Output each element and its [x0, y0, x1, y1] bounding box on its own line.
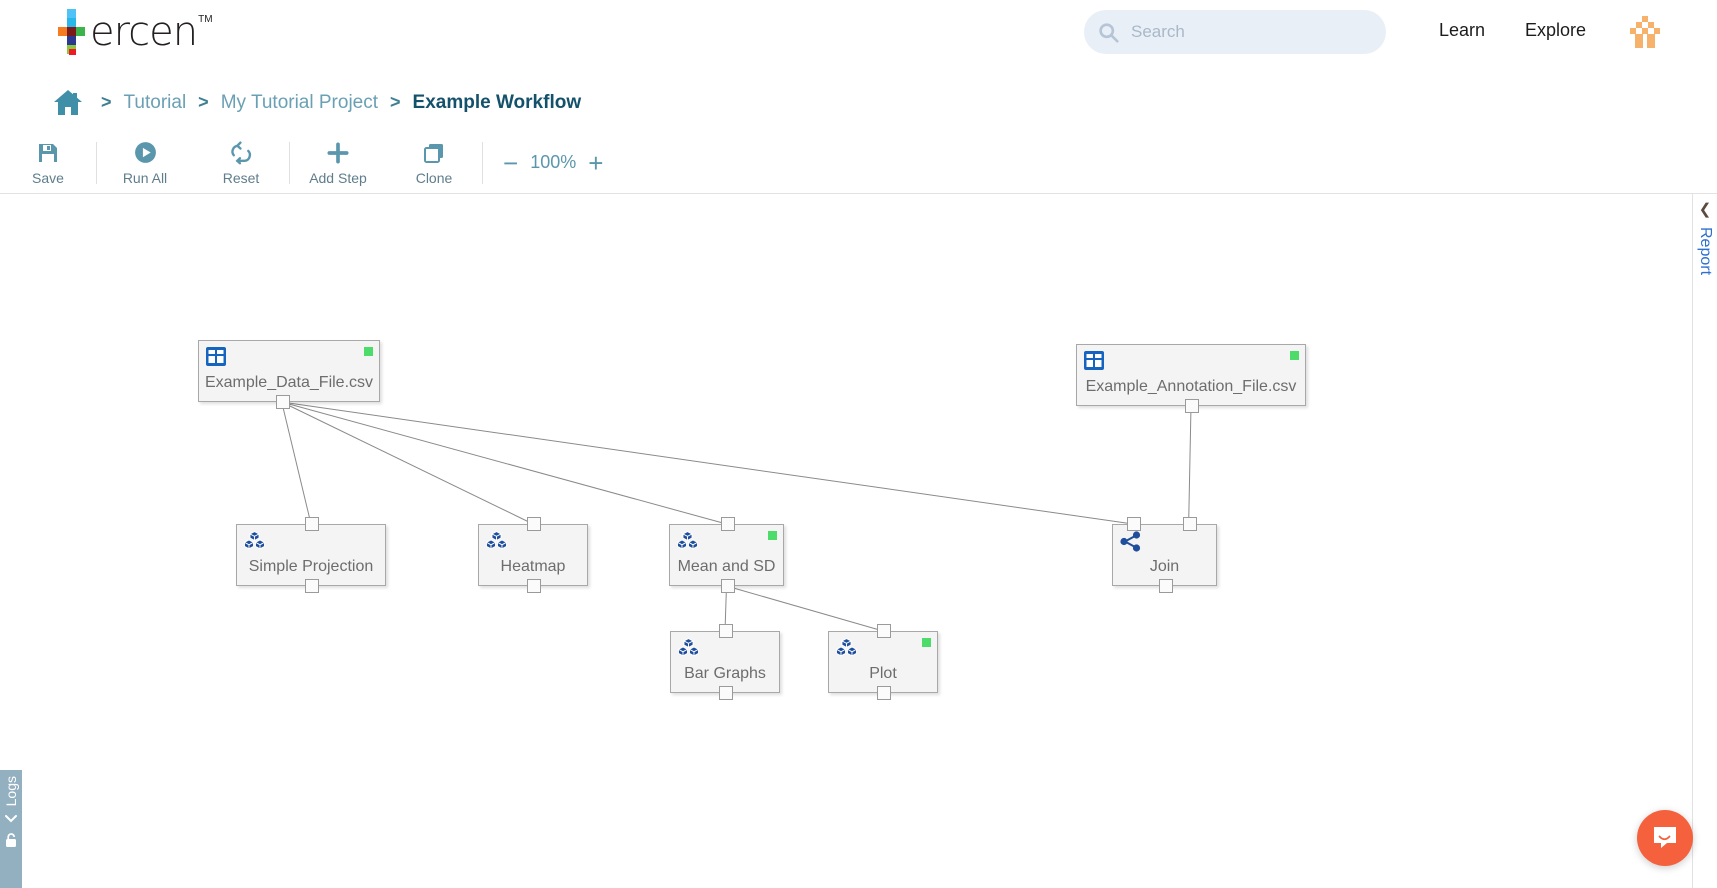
breadcrumb-item-my-tutorial-project[interactable]: My Tutorial Project [221, 92, 378, 114]
plus-icon [325, 140, 351, 166]
search-box[interactable] [1084, 10, 1386, 54]
share-icon [1120, 531, 1141, 557]
node-output-port[interactable] [275, 395, 290, 409]
search-icon [1098, 22, 1119, 43]
node-label: Example_Annotation_File.csv [1085, 378, 1297, 395]
save-label: Save [32, 169, 64, 186]
node-label: Bar Graphs [684, 665, 766, 682]
node-input-port[interactable] [1182, 517, 1197, 531]
unlock-icon[interactable] [5, 833, 18, 853]
clone-label: Clone [415, 169, 453, 186]
workflow-edge[interactable] [281, 401, 1134, 525]
workflow-edge[interactable] [281, 401, 727, 525]
save-icon [36, 140, 60, 166]
workflow-node-join[interactable]: Join [1112, 517, 1217, 593]
breadcrumb-item-tutorial[interactable]: Tutorial [124, 92, 187, 114]
zoom-out-button[interactable]: − [503, 150, 518, 176]
table-icon [206, 347, 226, 371]
run-all-button[interactable]: Run All [97, 132, 193, 194]
workflow-edge[interactable] [1188, 405, 1192, 525]
logs-tab-label: Logs [3, 776, 19, 807]
logo-wordmark: ercen [90, 9, 198, 55]
node-input-port[interactable] [527, 517, 541, 531]
breadcrumb-separator-1: > [101, 92, 112, 112]
tercen-logo[interactable]: ercen TM [55, 9, 213, 56]
workflow-node-heatmap[interactable]: Heatmap [478, 517, 588, 593]
zoom-in-button[interactable]: + [588, 150, 603, 176]
chevron-down-icon[interactable] [5, 812, 17, 825]
cubes-icon [485, 531, 508, 555]
node-status-badge [922, 638, 931, 647]
cubes-icon [676, 531, 699, 555]
app-header: ercen TM Learn Explore [0, 0, 1717, 73]
logo-mark-icon [55, 9, 89, 56]
cubes-icon [243, 531, 266, 555]
node-output-port[interactable] [305, 579, 319, 593]
node-label: Heatmap [500, 558, 566, 575]
workflow-node-mean_and_sd[interactable]: Mean and SD [669, 517, 784, 593]
node-output-port[interactable] [877, 686, 891, 700]
reset-button[interactable]: Reset [193, 132, 289, 194]
nav-learn[interactable]: Learn [1439, 20, 1485, 41]
clone-button[interactable]: Clone [386, 132, 482, 194]
add-step-button[interactable]: Add Step [290, 132, 386, 194]
node-status-badge [1290, 351, 1299, 360]
workflow-node-annotation_file[interactable]: Example_Annotation_File.csv [1076, 344, 1306, 413]
node-input-port[interactable] [719, 624, 733, 638]
node-output-port[interactable] [1158, 579, 1173, 593]
node-status-badge [768, 531, 777, 540]
table-icon [1084, 351, 1104, 375]
chevron-left-icon[interactable]: ❮ [1699, 202, 1712, 217]
workflow-edge[interactable] [726, 585, 884, 632]
node-label: Simple Projection [248, 558, 374, 575]
node-status-badge [364, 347, 373, 356]
node-output-port[interactable] [719, 686, 733, 700]
logo-trademark: TM [198, 14, 213, 25]
nav-explore[interactable]: Explore [1525, 20, 1586, 41]
node-label: Join [1149, 558, 1180, 575]
workflow-toolbar: Save Run All Reset Add Step Clone − 100%… [0, 132, 1717, 194]
breadcrumb-separator-3: > [390, 92, 401, 112]
copy-icon [422, 140, 446, 166]
workflow-node-data_file[interactable]: Example_Data_File.csv [198, 340, 380, 409]
save-button[interactable]: Save [0, 132, 96, 194]
breadcrumb-separator-2: > [198, 92, 209, 112]
workflow-edge[interactable] [281, 401, 312, 525]
node-output-port[interactable] [720, 579, 735, 593]
node-output-port[interactable] [527, 579, 541, 593]
recycle-icon [229, 140, 254, 166]
node-input-port[interactable] [720, 517, 735, 531]
workflow-canvas[interactable]: Example_Data_File.csv Example_Annotation_… [0, 194, 1692, 888]
chat-bubble-icon[interactable] [1637, 810, 1693, 866]
play-circle-icon [133, 140, 158, 166]
workflow-node-simple_projection[interactable]: Simple Projection [236, 517, 386, 593]
report-tab-label: Report [1697, 227, 1714, 276]
cubes-icon [677, 638, 700, 662]
user-avatar-icon[interactable] [1626, 14, 1664, 52]
run-all-label: Run All [122, 169, 168, 186]
breadcrumb: > Tutorial > My Tutorial Project > Examp… [0, 73, 1717, 132]
node-output-port[interactable] [1185, 399, 1199, 413]
search-input[interactable] [1129, 17, 1369, 47]
home-icon[interactable] [53, 89, 83, 116]
cubes-icon [835, 638, 858, 662]
node-input-port[interactable] [305, 517, 319, 531]
node-input-port[interactable] [1127, 517, 1141, 531]
node-label: Mean and SD [677, 558, 776, 575]
workflow-node-plot[interactable]: Plot [828, 624, 938, 700]
zoom-controls: − 100% + [483, 132, 603, 194]
breadcrumb-item-example-workflow[interactable]: Example Workflow [413, 92, 582, 114]
node-input-port[interactable] [877, 624, 891, 638]
add-step-label: Add Step [309, 169, 367, 186]
node-label: Plot [869, 665, 897, 682]
reset-label: Reset [222, 169, 260, 186]
zoom-level-value: 100% [530, 152, 577, 172]
workflow-node-bar_graphs[interactable]: Bar Graphs [670, 624, 780, 700]
node-label: Example_Data_File.csv [204, 374, 374, 391]
logs-panel-tab[interactable]: Logs [0, 770, 22, 888]
report-panel-tab[interactable]: ❮ Report [1692, 194, 1717, 888]
